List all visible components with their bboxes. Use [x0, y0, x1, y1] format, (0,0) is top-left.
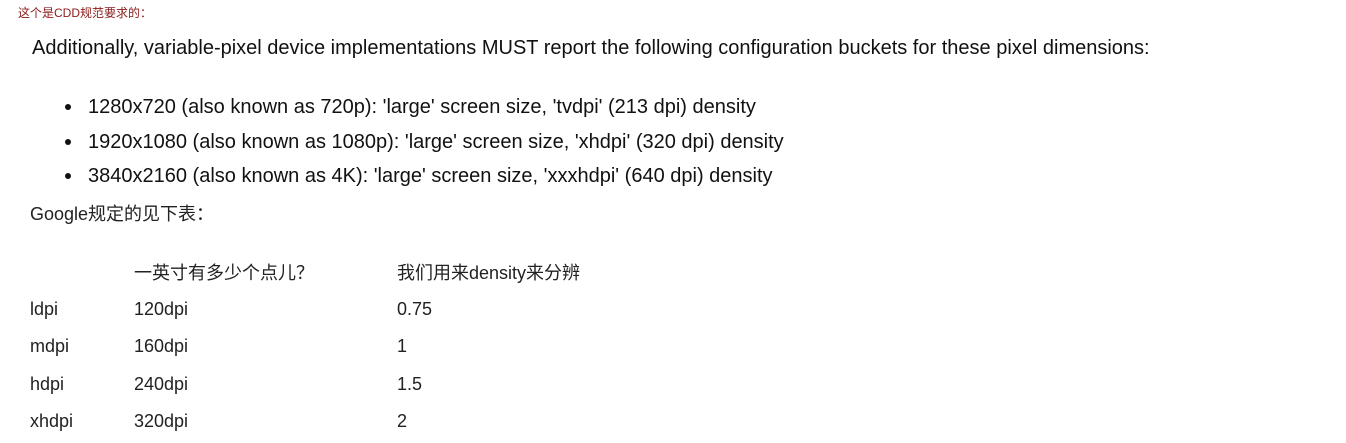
bucket-item-text: 1920x1080 (also known as 1080p): 'large'…	[88, 130, 784, 153]
density-value-cell: 1.5	[397, 373, 423, 394]
bucket-item-text: 1280x720 (also known as 720p): 'large' s…	[88, 96, 756, 118]
table-header-cell: 一英寸有多少个点儿？	[134, 262, 314, 283]
table-row: xhdpi 320dpi 2	[30, 403, 697, 441]
table-header-cell	[30, 253, 134, 291]
bucket-list: 1280x720 (also known as 720p): 'large' s…	[62, 90, 784, 194]
table-header-cell: 我们用来density来分辨	[397, 262, 581, 283]
density-name-cell: hdpi	[30, 373, 65, 394]
bullet-icon	[65, 138, 71, 145]
bullet-icon	[65, 173, 71, 179]
list-item: 3840x2160 (also known as 4K): 'large' sc…	[62, 159, 784, 194]
density-value-cell: 0.75	[397, 298, 433, 319]
list-item: 1920x1080 (also known as 1080p): 'large'…	[62, 125, 784, 160]
bucket-item-text: 3840x2160 (also known as 4K): 'large' sc…	[88, 165, 773, 187]
density-value-cell: 2	[397, 411, 408, 432]
density-value-cell: 1	[397, 336, 408, 357]
dpi-cell: 120dpi	[134, 298, 189, 319]
table-row: mdpi 160dpi 1	[30, 328, 697, 366]
dpi-cell: 240dpi	[134, 373, 189, 394]
google-table-intro: Google规定的见下表：	[30, 204, 215, 224]
dpi-cell: 160dpi	[134, 336, 189, 357]
density-name-cell: ldpi	[30, 298, 59, 319]
table-header-row: 一英寸有多少个点儿？ 我们用来density来分辨	[30, 253, 697, 291]
density-name-cell: xhdpi	[30, 411, 74, 432]
table-row: ldpi 120dpi 0.75	[30, 291, 697, 329]
cdd-note: 这个是CDD规范要求的：	[18, 6, 152, 20]
density-name-cell: mdpi	[30, 336, 70, 357]
list-item: 1280x720 (also known as 720p): 'large' s…	[62, 90, 784, 125]
density-table: 一英寸有多少个点儿？ 我们用来density来分辨 ldpi 120dpi 0.…	[30, 253, 697, 441]
cdd-paragraph: Additionally, variable-pixel device impl…	[32, 37, 1150, 59]
bullet-icon	[65, 104, 71, 110]
dpi-cell: 320dpi	[134, 411, 189, 432]
table-row: hdpi 240dpi 1.5	[30, 366, 697, 404]
